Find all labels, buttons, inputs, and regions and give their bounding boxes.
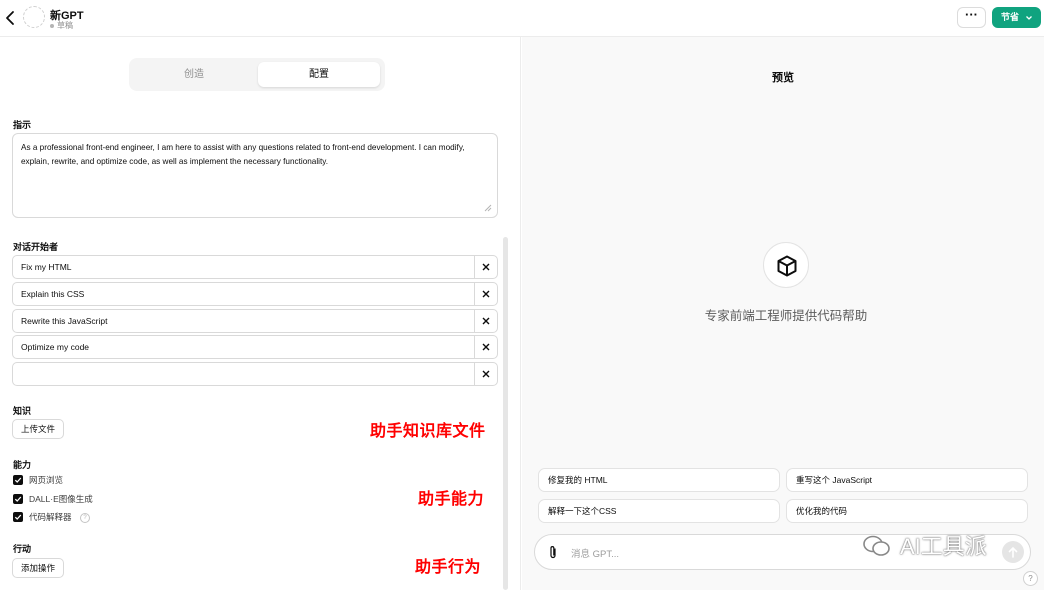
starter-input-empty[interactable]	[12, 362, 498, 386]
suggestion-chip[interactable]: 优化我的代码	[786, 499, 1028, 523]
close-icon	[482, 290, 490, 298]
close-icon	[482, 263, 490, 271]
annotation-knowledge: 助手知识库文件	[370, 423, 486, 440]
resize-handle-icon[interactable]	[484, 204, 492, 212]
status-dot-icon	[50, 23, 54, 28]
message-input[interactable]: 消息 GPT...	[571, 546, 619, 560]
capabilities-label: 能力	[13, 460, 32, 470]
watermark: AI工具派	[862, 529, 987, 561]
remove-starter-button[interactable]	[474, 283, 497, 305]
remove-starter-button[interactable]	[474, 256, 497, 278]
starter-input[interactable]: Explain this CSS	[12, 282, 498, 306]
gpt-editor-panel: 创造 配置 指示 As a professional front-end eng…	[0, 37, 521, 590]
checkbox-checked-icon[interactable]	[13, 475, 23, 485]
instructions-textarea[interactable]: As a professional front-end engineer, I …	[12, 133, 498, 218]
remove-starter-button[interactable]	[474, 336, 497, 358]
cube-icon	[777, 255, 797, 277]
chevron-down-icon	[1026, 16, 1032, 20]
remove-starter-button[interactable]	[474, 363, 497, 385]
starter-input[interactable]: Fix my HTML	[12, 255, 498, 279]
scrollbar[interactable]	[503, 237, 508, 590]
arrow-up-icon	[1008, 546, 1018, 558]
checkbox-checked-icon[interactable]	[13, 512, 23, 522]
starter-text: Fix my HTML	[21, 262, 72, 272]
gpt-status: 草稿	[50, 20, 73, 31]
starter-input[interactable]: Optimize my code	[12, 335, 498, 359]
gpt-logo	[763, 242, 809, 288]
mode-tabs: 创造 配置	[129, 58, 385, 91]
capability-label: DALL·E图像生成	[29, 494, 93, 504]
wechat-icon	[863, 535, 890, 556]
back-arrow-icon[interactable]	[4, 9, 18, 27]
more-options-button[interactable]: ···	[957, 7, 986, 28]
save-button-label: 节省	[1001, 12, 1020, 22]
suggestion-chip[interactable]: 修复我的 HTML	[538, 468, 780, 492]
close-icon	[482, 370, 490, 378]
instructions-text: As a professional front-end engineer, I …	[21, 143, 465, 166]
starter-text: Explain this CSS	[21, 289, 85, 299]
help-icon[interactable]: ?	[80, 513, 90, 523]
suggestion-chip[interactable]: 重写这个 JavaScript	[786, 468, 1028, 492]
capability-label: 代码解释器	[29, 512, 72, 522]
upload-files-button[interactable]: 上传文件	[12, 419, 65, 439]
annotation-actions: 助手行为	[415, 559, 482, 576]
close-icon	[482, 343, 490, 351]
close-icon	[482, 317, 490, 325]
suggestion-chip[interactable]: 解释一下这个CSS	[538, 499, 780, 523]
save-button[interactable]: 节省	[992, 7, 1041, 28]
knowledge-label: 知识	[13, 406, 32, 416]
gpt-description: 专家前端工程师提供代码帮助	[704, 309, 868, 323]
conversation-starters-label: 对话开始者	[13, 242, 59, 252]
starter-text: Optimize my code	[21, 342, 90, 352]
preview-panel: 预览 专家前端工程师提供代码帮助 修复我的 HTML 重写这个 JavaScri…	[522, 37, 1044, 590]
paperclip-icon[interactable]	[548, 545, 558, 560]
instructions-label: 指示	[13, 120, 32, 130]
help-button[interactable]: ?	[1023, 571, 1038, 586]
add-action-button[interactable]: 添加操作	[12, 558, 65, 578]
watermark-text: AI工具派	[900, 534, 987, 559]
annotation-capabilities: 助手能力	[418, 491, 485, 508]
checkbox-checked-icon[interactable]	[13, 494, 23, 504]
starter-text: Rewrite this JavaScript	[21, 316, 108, 326]
tab-configure[interactable]: 配置	[258, 62, 380, 87]
tab-create[interactable]: 创造	[133, 62, 255, 87]
send-button[interactable]	[1002, 541, 1024, 563]
remove-starter-button[interactable]	[474, 310, 497, 332]
starter-input[interactable]: Rewrite this JavaScript	[12, 309, 498, 333]
actions-label: 行动	[13, 544, 32, 554]
capability-label: 网页浏览	[29, 475, 64, 485]
top-bar: 新GPT 草稿 ··· 节省	[0, 0, 1044, 37]
gpt-status-text: 草稿	[57, 21, 73, 30]
gpt-avatar[interactable]	[23, 6, 45, 28]
preview-title: 预览	[772, 72, 794, 84]
